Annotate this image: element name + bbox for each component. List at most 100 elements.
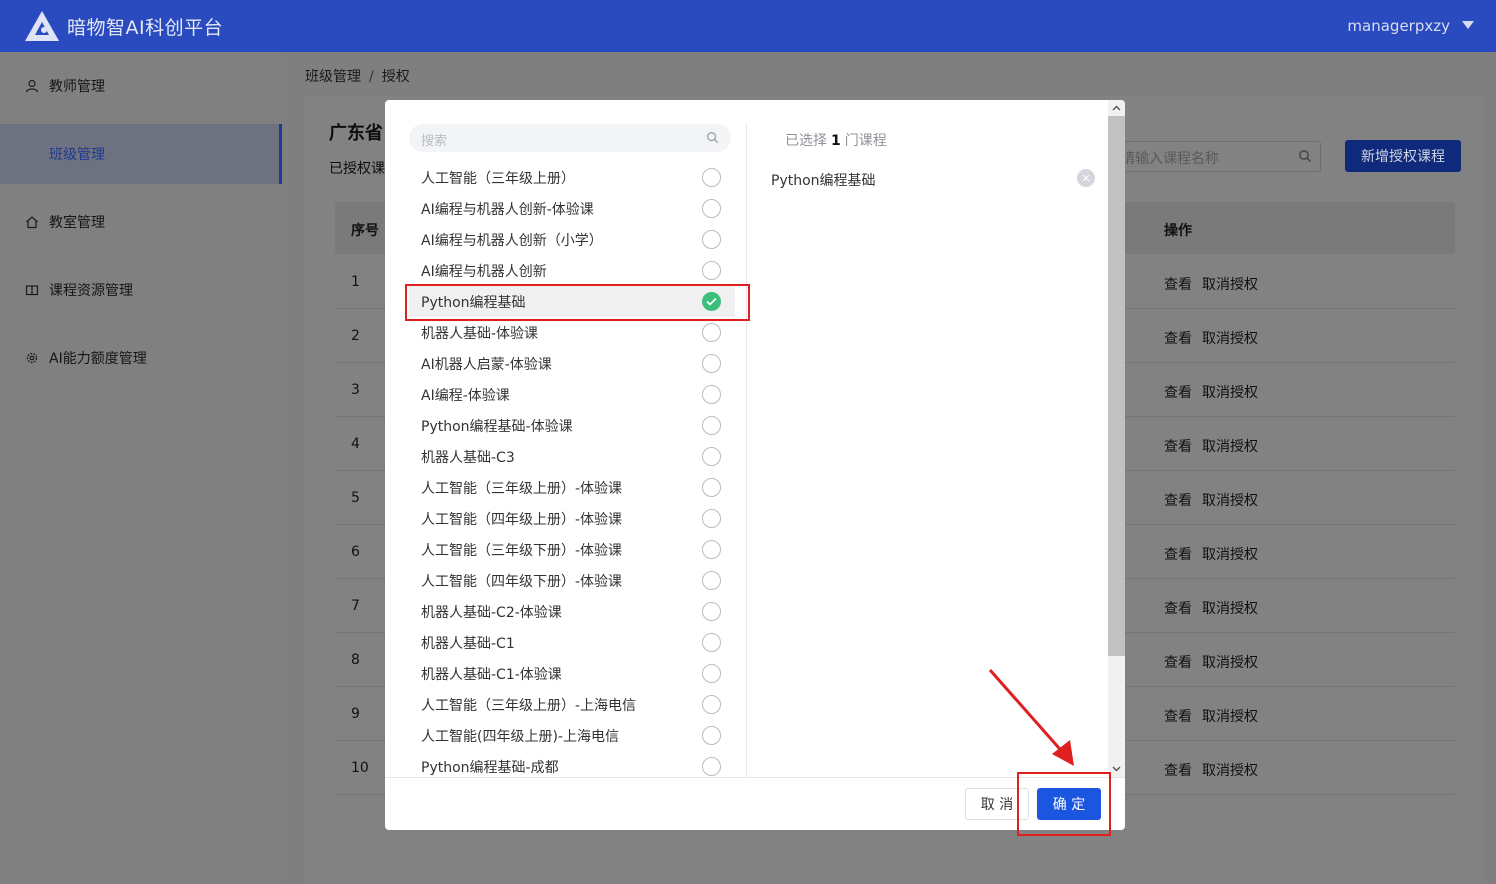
course-name: 人工智能(四年级上册)-上海电信 <box>421 728 619 745</box>
scroll-up-icon[interactable] <box>1108 100 1125 116</box>
sidebar-item-classrooms[interactable]: 教室管理 <box>0 192 282 252</box>
course-list-item[interactable]: Python编程基础-体验课 <box>409 410 735 441</box>
revoke-link[interactable]: 取消授权 <box>1202 439 1258 455</box>
user-menu-name[interactable]: managerpxzy <box>1347 17 1450 35</box>
sidebar-item-label: 课程资源管理 <box>49 283 133 299</box>
radio-circle[interactable] <box>702 509 721 528</box>
course-list-item[interactable]: AI编程-体验课 <box>409 379 735 410</box>
revoke-link[interactable]: 取消授权 <box>1202 385 1258 401</box>
view-link[interactable]: 查看 <box>1164 439 1192 455</box>
course-name: 机器人基础-C3 <box>421 449 515 466</box>
search-icon <box>1299 150 1311 162</box>
revoke-link[interactable]: 取消授权 <box>1202 655 1258 671</box>
course-name: 人工智能（四年级上册）-体验课 <box>421 511 623 528</box>
annotation-arrow-icon <box>988 669 1074 766</box>
course-list-item[interactable]: 机器人基础-C1 <box>409 627 735 658</box>
course-list-item[interactable]: 机器人基础-体验课 <box>409 317 735 348</box>
view-link[interactable]: 查看 <box>1164 763 1192 779</box>
radio-circle[interactable] <box>702 447 721 466</box>
radio-circle[interactable] <box>702 602 721 621</box>
scrollbar-thumb[interactable] <box>1108 116 1125 656</box>
sidebar-item-classes[interactable]: 班级管理 <box>0 124 282 184</box>
course-list-item[interactable]: 机器人基础-C3 <box>409 441 735 472</box>
radio-circle[interactable] <box>702 168 721 187</box>
revoke-link[interactable]: 取消授权 <box>1202 277 1258 293</box>
view-link[interactable]: 查看 <box>1164 547 1192 563</box>
table-row-actions: 查看 取消授权 <box>1164 490 1258 510</box>
radio-circle[interactable] <box>702 261 721 280</box>
home-icon <box>25 215 39 229</box>
course-search-placeholder: 请输入课程名称 <box>1121 151 1219 167</box>
course-name: 人工智能（三年级上册）-上海电信 <box>421 697 637 714</box>
radio-circle[interactable] <box>702 354 721 373</box>
course-name: 机器人基础-体验课 <box>421 325 539 342</box>
book-icon <box>25 283 39 297</box>
course-list-item[interactable]: 人工智能（三年级下册）-体验课 <box>409 534 735 565</box>
radio-circle[interactable] <box>702 540 721 559</box>
sidebar-item-teachers[interactable]: 教师管理 <box>0 56 282 116</box>
dialog-divider <box>746 124 747 777</box>
course-list-item[interactable]: 人工智能（三年级上册） <box>409 162 735 193</box>
radio-circle[interactable] <box>702 633 721 652</box>
radio-circle[interactable] <box>702 416 721 435</box>
sidebar-item-label: 班级管理 <box>49 147 105 163</box>
radio-circle[interactable] <box>702 571 721 590</box>
view-link[interactable]: 查看 <box>1164 601 1192 617</box>
breadcrumb-current: 授权 <box>381 69 410 85</box>
course-list-item[interactable]: 人工智能（三年级上册）-体验课 <box>409 472 735 503</box>
breadcrumb-parent[interactable]: 班级管理 <box>305 69 361 85</box>
sidebar-item-label: 教室管理 <box>49 215 105 231</box>
course-name: AI机器人启蒙-体验课 <box>421 356 552 373</box>
radio-circle[interactable] <box>702 664 721 683</box>
revoke-link[interactable]: 取消授权 <box>1202 763 1258 779</box>
revoke-link[interactable]: 取消授权 <box>1202 547 1258 563</box>
view-link[interactable]: 查看 <box>1164 331 1192 347</box>
radio-circle[interactable] <box>702 757 721 776</box>
highlight-selected-course <box>405 284 750 321</box>
radio-circle[interactable] <box>702 695 721 714</box>
radio-circle[interactable] <box>702 323 721 342</box>
table-row-index: 2 <box>351 328 360 344</box>
revoke-link[interactable]: 取消授权 <box>1202 709 1258 725</box>
app-logo[interactable] <box>24 10 60 42</box>
revoke-link[interactable]: 取消授权 <box>1202 331 1258 347</box>
sidebar-item-ai-quota[interactable]: AI能力额度管理 <box>0 328 282 388</box>
view-link[interactable]: 查看 <box>1164 493 1192 509</box>
course-list-item[interactable]: 人工智能（三年级上册）-上海电信 <box>409 689 735 720</box>
revoke-link[interactable]: 取消授权 <box>1202 493 1258 509</box>
course-list-item[interactable]: 机器人基础-C2-体验课 <box>409 596 735 627</box>
add-authorized-course-button[interactable]: 新增授权课程 <box>1345 140 1461 172</box>
course-list-item[interactable]: AI编程与机器人创新（小学） <box>409 224 735 255</box>
radio-circle[interactable] <box>702 230 721 249</box>
course-name: 机器人基础-C1-体验课 <box>421 666 562 683</box>
view-link[interactable]: 查看 <box>1164 709 1192 725</box>
radio-circle[interactable] <box>702 385 721 404</box>
course-name: AI编程-体验课 <box>421 387 510 404</box>
course-name: 人工智能（三年级下册）-体验课 <box>421 542 623 559</box>
radio-circle[interactable] <box>702 726 721 745</box>
course-list-item[interactable]: AI机器人启蒙-体验课 <box>409 348 735 379</box>
gear-icon <box>25 351 39 365</box>
table-row-actions: 查看 取消授权 <box>1164 382 1258 402</box>
course-search-input[interactable]: 请输入课程名称 <box>1112 141 1321 172</box>
radio-circle[interactable] <box>702 199 721 218</box>
selected-suffix: 门课程 <box>844 133 887 149</box>
course-list-item[interactable]: AI编程与机器人创新-体验课 <box>409 193 735 224</box>
course-list-item[interactable]: 人工智能(四年级上册)-上海电信 <box>409 720 735 751</box>
course-list-item[interactable]: 人工智能（四年级上册）-体验课 <box>409 503 735 534</box>
table-row-index: 3 <box>351 382 360 398</box>
course-list-item[interactable]: 人工智能（四年级下册）-体验课 <box>409 565 735 596</box>
selected-prefix: 已选择 <box>785 133 827 149</box>
view-link[interactable]: 查看 <box>1164 655 1192 671</box>
view-link[interactable]: 查看 <box>1164 385 1192 401</box>
sidebar-item-course-resources[interactable]: 课程资源管理 <box>0 260 282 320</box>
course-list-item[interactable]: 机器人基础-C1-体验课 <box>409 658 735 689</box>
revoke-link[interactable]: 取消授权 <box>1202 601 1258 617</box>
view-link[interactable]: 查看 <box>1164 277 1192 293</box>
remove-selected-icon[interactable]: ✕ <box>1077 169 1095 187</box>
column-header-index: 序号 <box>351 223 379 239</box>
modal-search-input[interactable]: 搜索 <box>409 124 731 152</box>
course-list-item[interactable]: AI编程与机器人创新 <box>409 255 735 286</box>
radio-circle[interactable] <box>702 478 721 497</box>
caret-down-icon[interactable] <box>1462 21 1474 29</box>
